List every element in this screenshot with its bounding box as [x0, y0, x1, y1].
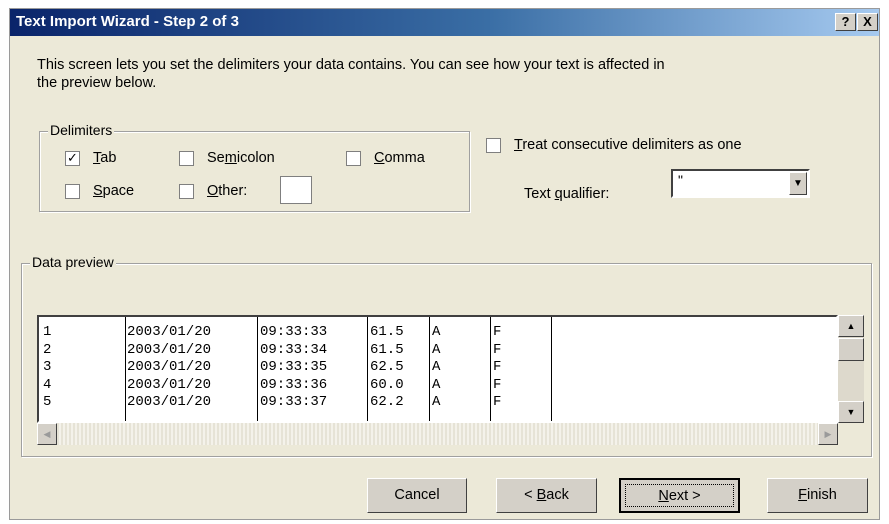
preview-cell: A [432, 376, 441, 393]
data-preview-grid[interactable]: 1 2003/01/20 09:33:33 61.5 A F 2 2003/01/20 09:3… [37, 315, 838, 423]
semicolon-label: Semicolon [207, 150, 275, 166]
delimiters-legend: Delimiters [48, 122, 115, 138]
preview-cell: A [432, 341, 441, 358]
scroll-down-icon[interactable]: ▼ [838, 401, 864, 423]
other-checkbox-box[interactable] [179, 183, 194, 199]
next-label: Next > [658, 488, 701, 504]
preview-cell: 2003/01/20 [127, 394, 212, 410]
preview-cell: 2003/01/20 [127, 359, 212, 375]
vertical-scroll-thumb[interactable] [838, 338, 864, 361]
space-checkbox[interactable]: Space [65, 183, 134, 199]
preview-cell: A [432, 324, 441, 340]
preview-cell: 5 [43, 394, 52, 410]
preview-horizontal-scrollbar[interactable]: ◀ ▶ [37, 423, 838, 445]
help-button[interactable]: ? [835, 13, 856, 31]
preview-cell: F [493, 394, 502, 410]
consecutive-label: Treat consecutive delimiters as one [514, 137, 742, 153]
dropdown-arrow-icon[interactable]: ▼ [789, 172, 807, 195]
column-divider[interactable] [429, 317, 430, 421]
tab-label: Tab [93, 150, 117, 166]
preview-cell: 2003/01/20 [127, 376, 212, 393]
data-preview-legend: Data preview [30, 254, 116, 270]
finish-label: Finish [798, 487, 837, 503]
tab-checkbox[interactable]: ✓ Tab [65, 150, 116, 166]
column-divider[interactable] [257, 317, 258, 421]
preview-cell: A [432, 394, 441, 410]
scroll-right-icon[interactable]: ▶ [818, 423, 838, 445]
preview-cell: 2003/01/20 [127, 324, 212, 340]
next-button[interactable]: Next > [619, 478, 740, 513]
space-label: Space [93, 183, 135, 199]
preview-cell: 61.5 [370, 341, 404, 358]
column-divider[interactable] [551, 317, 552, 421]
preview-vertical-scrollbar[interactable]: ▲ ▼ [838, 315, 864, 423]
preview-cell: 2 [43, 341, 52, 358]
preview-cell: 09:33:35 [260, 359, 328, 375]
window-title: Text Import Wizard - Step 2 of 3 [16, 13, 239, 30]
check-mark-icon: ✓ [67, 149, 78, 165]
preview-cell: 62.2 [370, 394, 404, 410]
column-divider[interactable] [367, 317, 368, 421]
intro-text: This screen lets you set the delimiters … [37, 57, 665, 91]
space-checkbox-box[interactable] [65, 183, 80, 199]
close-button[interactable]: X [857, 13, 878, 31]
preview-cell: 60.0 [370, 376, 404, 393]
preview-cell: 4 [43, 376, 52, 393]
preview-cell: 2003/01/20 [127, 341, 212, 358]
back-label: < Back [524, 487, 569, 503]
comma-label: Comma [374, 150, 425, 166]
column-divider[interactable] [125, 317, 126, 421]
preview-cell: A [432, 359, 441, 375]
preview-cell: 62.5 [370, 359, 404, 375]
consecutive-delimiters-checkbox[interactable]: Treat consecutive delimiters as one [486, 137, 742, 153]
title-bar[interactable]: Text Import Wizard - Step 2 of 3 ? X [10, 9, 879, 36]
semicolon-checkbox-box[interactable] [179, 150, 194, 166]
preview-cell: F [493, 341, 502, 358]
comma-checkbox-box[interactable] [346, 150, 361, 166]
preview-cell: F [493, 376, 502, 393]
semicolon-checkbox[interactable]: Semicolon [179, 150, 275, 166]
other-checkbox[interactable]: Other: [179, 183, 247, 199]
preview-cell: 1 [43, 324, 52, 340]
column-divider[interactable] [490, 317, 491, 421]
comma-checkbox[interactable]: Comma [346, 150, 425, 166]
preview-cell: 09:33:37 [260, 394, 328, 410]
other-label: Other: [207, 183, 248, 199]
preview-cell: 3 [43, 359, 52, 375]
tab-checkbox-box[interactable]: ✓ [65, 149, 80, 166]
consecutive-checkbox-box[interactable] [486, 137, 501, 153]
scroll-left-icon[interactable]: ◀ [37, 423, 57, 445]
back-button[interactable]: < Back [496, 478, 597, 513]
cancel-button[interactable]: Cancel [367, 478, 467, 513]
text-qualifier-select[interactable]: " ▼ [671, 169, 810, 198]
scroll-up-icon[interactable]: ▲ [838, 315, 864, 337]
finish-button[interactable]: Finish [767, 478, 868, 513]
delimiters-group: Delimiters [39, 122, 470, 212]
text-qualifier-label: Text qualifier: [524, 186, 610, 202]
preview-cell: F [493, 359, 502, 375]
preview-cell: 09:33:36 [260, 376, 328, 393]
other-delimiter-input[interactable] [280, 176, 312, 204]
preview-cell: 09:33:33 [260, 324, 328, 340]
preview-cell: F [493, 324, 502, 340]
text-import-wizard-dialog: Text Import Wizard - Step 2 of 3 ? X Thi… [9, 8, 880, 520]
cancel-label: Cancel [394, 487, 440, 503]
text-qualifier-value: " [678, 172, 683, 188]
preview-cell: 09:33:34 [260, 341, 328, 358]
preview-cell: 61.5 [370, 324, 404, 340]
